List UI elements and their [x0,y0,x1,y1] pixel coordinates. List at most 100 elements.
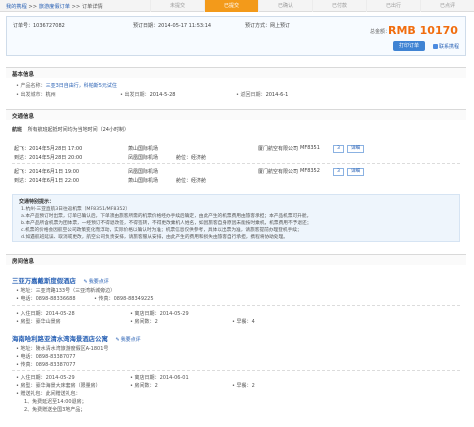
checkout-value: 2014-05-29 [159,311,189,317]
fax-label: 传真： [20,362,36,368]
checkin-label: 入住日期： [20,375,46,381]
count-value: 2 [154,383,158,389]
hotel-1-phone: • 电话：0898-88336688 [16,295,76,302]
hotel-1-checkout: • 离店日期：2014-05-29 [130,310,189,317]
breadcrumb-orders[interactable]: 旅游度假订单 [39,4,70,10]
fax-value: 0898-88349225 [113,296,154,302]
hotel-2-fax: • 传真：0898-83387077 [16,361,76,368]
notice-line-1: 1.杭州-三亚直航3日往返机票（MF8351/MF8352） [21,207,131,212]
return-label: 返回日期： [240,92,266,98]
hotel-2-review-link[interactable]: 我要点评 [115,336,141,343]
hotel-2-title-row: 海南哈利路亚清水湾海景酒店公寓 我要点评 [12,334,141,343]
arr-time: 2014年6月1日 22:00 [29,178,80,184]
product-row: • 产品名称：三亚3日自由行，科帕斯5元试住 [16,82,117,89]
depart-value: 2014-5-28 [149,92,176,98]
hotel-2-name-link[interactable]: 海南哈利路亚清水湾海景酒店公寓 [12,335,108,343]
order-steps: 未提交 已提交 已确认 已付款 已出行 已点评 [150,0,474,12]
checkout-value: 2014-06-01 [159,375,189,381]
flight-2-tag-stop: 3 [333,168,344,176]
traffic-info-title: 交通信息 [12,114,35,120]
order-summary: 订单号：1036727082 预订日期：2014-05-17 11:53:14 … [6,16,466,56]
hotel-1-review-link[interactable]: 我要点评 [84,278,109,285]
tel-value: 0898-83387077 [35,354,76,360]
step-5: 已出行 [366,0,420,12]
return-value: 2014-6-1 [265,92,289,98]
checkin-label: 入住日期： [20,311,46,317]
print-order-button[interactable]: 打印订单 [393,41,425,51]
notice-line-4: c.机票的价格会因航空公司政策变化而浮动，实际价格以确认时为准；机票信息仅供参考… [21,228,302,233]
dep-label: 起飞： [14,169,30,175]
flight-tag: 航班 [12,127,23,133]
tel-value: 0898-88336688 [35,296,76,302]
dep-time: 2014年6月1日 19:00 [29,169,80,175]
product-label-text: 产品名称： [20,83,46,89]
checkin-value: 2014-05-28 [45,311,75,317]
room-info-title: 房间信息 [12,259,35,265]
room-label: 房型： [20,383,36,389]
notice-line-2: a.本产品预订时出票，订单已确认后，下单须由旅客所需的机票价格经办手续后确定，由… [21,214,312,219]
dep-label: 起飞： [14,146,30,152]
flight-1-airline: 厦门航空有限公司 [258,146,299,152]
hotel-2-room-type: • 房型：豪华海景大床套房（限量房） [16,382,101,389]
hotel-1-fax: • 传真：0898-88349225 [94,295,154,302]
breadcrumb: 我的携程 >> 旅游度假订单 >> 订单详情 [6,3,103,10]
breadcrumb-home[interactable]: 我的携程 [6,4,27,10]
hotel-2-checkout: • 离店日期：2014-06-01 [130,374,189,381]
flight-1-detail-link[interactable]: 详细 [346,145,365,153]
flight-note: 所有航班起抵时间均为当地时间（24小时制） [27,127,129,133]
total-amount: RMB 10170 [388,24,458,37]
room-label: 房型： [20,319,36,325]
arr-label: 到达： [14,155,30,161]
count-value: 2 [154,319,158,325]
hotel-2-gift-1: 1、免费延迟至14:00退房； [24,399,87,405]
hotel-1-room-type: • 房型：豪华山景房 [16,318,61,325]
room-info-header: 房间信息 [6,254,466,265]
gift-label: 赠送礼包： [20,391,46,397]
breadcrumb-sep: >> [28,4,38,10]
checkin-value: 2014-05-29 [45,375,75,381]
flight-1-depart: 起飞：2014年5月28日 17:00 [14,145,82,152]
addr-value: 三亚湾路133号（三亚湾新城旁边） [35,288,116,294]
divider [12,163,460,164]
flight-2-dep-airport: 凤凰国际机场 [128,169,159,175]
hotel-1-breakfast: • 早餐：4 [232,318,255,325]
step-6: 已点评 [420,0,474,12]
flight-2-detail-link[interactable]: 详细 [346,168,365,176]
divider [12,305,460,306]
flight-1-number: MF8351 [300,145,320,151]
hotel-2-address: • 地址：陵水清水湾旅游度假区A-1801号 [16,345,108,352]
flight-2-seat: 舱位：经济舱 [176,178,207,184]
basic-info-title: 基本信息 [12,72,35,78]
flight-1-seat: 舱位：经济舱 [176,155,207,161]
flight-2-arrive: 到达：2014年6月1日 22:00 [14,177,79,184]
step-4: 已付款 [312,0,366,12]
arr-label: 到达： [14,178,30,184]
divider [12,370,460,371]
flight-1-tag-stop: 3 [333,145,344,153]
tel-label: 电话： [20,296,36,302]
count-label: 房间数： [134,319,155,325]
return-date-row: • 返回日期：2014-6-1 [236,91,288,98]
hotel-1-title-row: 三亚万嘉戴斯度假酒店 我要点评 [12,276,109,285]
hotel-2-gift-row: • 赠送礼包：此间赠送礼包： [16,390,81,397]
addr-label: 地址： [20,346,36,352]
room-value: 豪华山景房 [35,319,61,325]
flight-2-arr-airport: 萧山国际机场 [128,178,159,184]
depart-date-row: • 出发日期：2014-5-28 [120,91,175,98]
hotel-2-gift-2: 2、免费赠送全国3地产品； [24,407,86,413]
hotel-1-name-link[interactable]: 三亚万嘉戴斯度假酒店 [12,277,76,285]
product-name-link[interactable]: 三亚3日自由行，科帕斯5元试住 [46,83,117,89]
flight-note-row: 航班 所有航班起抵时间均为当地时间（24小时制） [12,126,129,133]
flight-2-airline: 厦门航空有限公司 [258,169,299,175]
depart-city-row: • 出发城市：杭州 [16,91,56,98]
breadcrumb-current: 订单详情 [81,4,103,10]
hotel-2-checkin: • 入住日期：2014-05-29 [16,374,75,381]
room-value: 豪华海景大床套房（限量房） [35,383,101,389]
hotel-2-breakfast: • 早餐：2 [232,382,255,389]
hotel-1-checkin: • 入住日期：2014-05-28 [16,310,75,317]
flight-1-dep-airport: 萧山国际机场 [128,146,159,152]
order-date: 预订日期：2014-05-17 11:53:14 [133,23,212,29]
contact-ctrip-link[interactable]: 联系携程 [433,43,459,50]
hotel-2-phone: • 电话：0898-83387077 [16,353,76,360]
checkout-label: 离店日期： [134,311,160,317]
